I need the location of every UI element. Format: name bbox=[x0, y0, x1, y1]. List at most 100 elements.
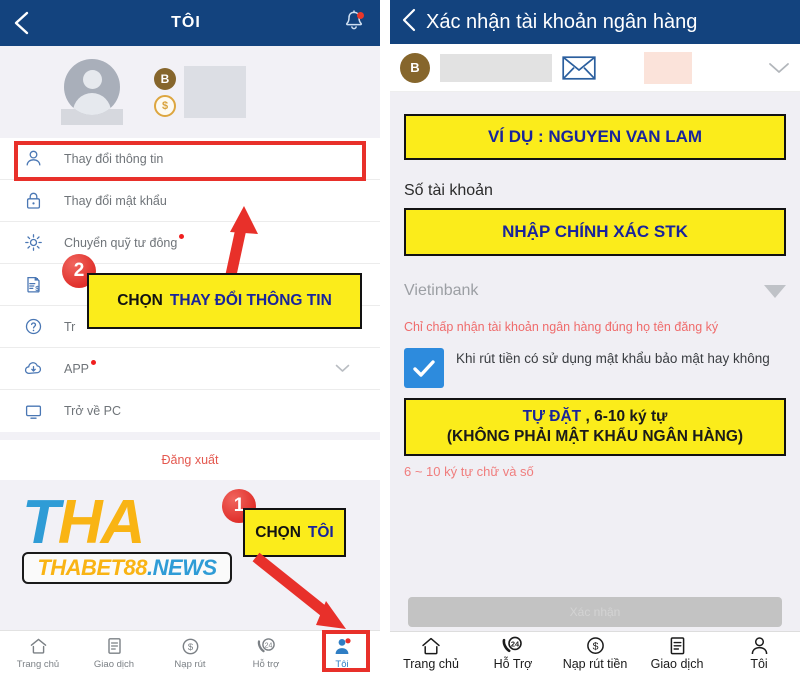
password-hint-line1: TỰ ĐẶT , 6-10 ký tự bbox=[522, 408, 668, 425]
panel-divider bbox=[380, 0, 390, 675]
bank-warning-note: Chỉ chấp nhận tài khoản ngân hàng đúng h… bbox=[404, 320, 719, 334]
callout-step-2: CHỌN THAY ĐỔI THÔNG TIN bbox=[87, 273, 362, 329]
nav-item-label: Nạp rút tiền bbox=[562, 657, 628, 671]
nav-item-label: Trang chủ bbox=[16, 658, 60, 670]
checkbox-label: Khi rút tiền có sử dụng mật khẩu bảo mật… bbox=[456, 351, 770, 366]
menu-item-label: Chuyển quỹ tư đông bbox=[64, 233, 185, 250]
callout-step1-target: TÔI bbox=[307, 523, 334, 541]
password-length-note: 6 ~ 10 ký tự chữ và số bbox=[404, 464, 534, 480]
account-number-input[interactable]: NHẬP CHÍNH XÁC STK bbox=[404, 208, 786, 256]
chevron-down-icon[interactable] bbox=[768, 62, 790, 74]
document-money-icon: $ bbox=[24, 275, 64, 294]
callout-step-1: CHỌN TÔI bbox=[243, 508, 346, 557]
highlight-change-info bbox=[14, 141, 366, 181]
nav-item-label: Trang chủ bbox=[403, 657, 459, 671]
bank-select-value: Vietinbank bbox=[404, 282, 479, 299]
monitor-icon bbox=[24, 402, 64, 421]
coin-dollar-badge: $ bbox=[154, 94, 176, 117]
dollar-circle-icon: $ bbox=[181, 637, 200, 656]
avatar bbox=[64, 59, 120, 115]
svg-text:$: $ bbox=[187, 642, 193, 653]
notifications-button[interactable] bbox=[328, 0, 380, 46]
balance-block: B $ bbox=[154, 66, 246, 118]
right-bottom-nav: Trang chủ 24 Hỗ Trợ $ Nạp rút tiền Giao … bbox=[390, 631, 800, 675]
home-icon bbox=[420, 636, 442, 655]
nav-item-home[interactable]: Trang chủ bbox=[390, 636, 472, 671]
chevron-down-icon bbox=[764, 284, 786, 298]
dollar-circle-icon: $ bbox=[585, 636, 606, 655]
right-phone-panel: Xác nhận tài khoản ngân hàng B VÍ DỤ : N… bbox=[390, 0, 800, 675]
support-24-icon: 24 bbox=[501, 636, 525, 655]
nav-item-home[interactable]: Trang chủ bbox=[0, 637, 76, 670]
back-button[interactable] bbox=[398, 6, 420, 39]
svg-text:$: $ bbox=[592, 640, 598, 652]
callout-step1-prefix: CHỌN bbox=[255, 523, 301, 541]
account-number-label: Số tài khoản bbox=[404, 182, 493, 199]
nav-item-transactions[interactable]: Giao dịch bbox=[636, 636, 718, 671]
menu-item-label: APP bbox=[64, 359, 97, 376]
callout-step2-target: THAY ĐỔI THÔNG TIN bbox=[169, 292, 332, 309]
left-header: TÔI bbox=[0, 0, 380, 46]
coin-b-badge: B bbox=[400, 52, 430, 83]
nav-item-deposit-withdraw[interactable]: $ Nạp rút bbox=[152, 637, 228, 670]
example-name-box: VÍ DỤ : NGUYEN VAN LAM bbox=[404, 114, 786, 160]
back-button[interactable] bbox=[0, 0, 44, 46]
brand-domain: THABET88.NEWS bbox=[22, 551, 232, 584]
right-header: Xác nhận tài khoản ngân hàng bbox=[390, 0, 800, 44]
submit-button[interactable]: Xác nhận bbox=[408, 597, 782, 627]
menu-item-label: Tr bbox=[64, 319, 76, 334]
balance-masked bbox=[184, 66, 246, 118]
user-icon bbox=[749, 636, 770, 655]
highlight-me-tab bbox=[322, 630, 370, 672]
nav-item-deposit-withdraw[interactable]: $ Nạp rút tiền bbox=[554, 636, 636, 671]
password-hint-emphasis: TỰ ĐẶT bbox=[522, 408, 582, 425]
page-title: TÔI bbox=[171, 14, 201, 31]
nav-item-support[interactable]: 24 Hỗ Trợ bbox=[472, 636, 554, 671]
question-circle-icon bbox=[24, 317, 64, 336]
svg-text:24: 24 bbox=[511, 639, 520, 648]
logout-label: Đăng xuất bbox=[161, 453, 219, 467]
logout-button[interactable]: Đăng xuất bbox=[0, 440, 380, 480]
document-icon bbox=[668, 636, 687, 655]
home-icon bbox=[29, 637, 48, 656]
brand-logo: THA THABET88.NEWS bbox=[22, 488, 242, 584]
notification-badge-dot bbox=[357, 12, 364, 19]
nav-item-transactions[interactable]: Giao dịch bbox=[76, 637, 152, 670]
lock-icon bbox=[24, 191, 64, 210]
new-badge-dot bbox=[91, 359, 97, 365]
security-password-input[interactable]: TỰ ĐẶT , 6-10 ký tự (KHÔNG PHẢI MẬT KHẨU… bbox=[404, 398, 786, 457]
cloud-download-icon bbox=[24, 359, 64, 378]
menu-item-label: Thay đổi mật khẩu bbox=[64, 193, 167, 208]
account-name-masked bbox=[440, 53, 552, 82]
menu-item-back-to-pc[interactable]: Trở về PC bbox=[0, 390, 380, 432]
document-icon bbox=[106, 637, 123, 656]
screenshot-root: TÔI B $ Thay đổi thông tin Thay đổi mật … bbox=[0, 0, 800, 675]
left-phone-panel: TÔI B $ Thay đổi thông tin Thay đổi mật … bbox=[0, 0, 380, 675]
bank-select[interactable]: Vietinbank bbox=[404, 282, 786, 300]
nav-item-label: Giao dịch bbox=[650, 657, 704, 671]
menu-item-app[interactable]: APP bbox=[0, 348, 380, 390]
envelope-icon bbox=[562, 55, 596, 80]
avatar-block bbox=[46, 59, 138, 125]
gear-icon bbox=[24, 233, 64, 252]
account-selector-row[interactable]: B bbox=[390, 44, 800, 92]
nav-item-label: Hỗ Trợ bbox=[493, 657, 533, 671]
page-title: Xác nhận tài khoản ngân hàng bbox=[426, 10, 698, 33]
menu-item-label: Trở về PC bbox=[64, 404, 122, 418]
nav-item-me[interactable]: Tôi bbox=[718, 636, 800, 671]
form-body: VÍ DỤ : NGUYEN VAN LAM Số tài khoản NHẬP… bbox=[390, 114, 800, 479]
account-extra-masked bbox=[644, 51, 692, 84]
nav-item-label: Tôi bbox=[750, 657, 768, 671]
profile-summary: B $ bbox=[0, 46, 380, 138]
coin-b-badge: B bbox=[154, 67, 176, 90]
svg-text:$: $ bbox=[35, 286, 39, 293]
brand-wordmark: THA bbox=[22, 488, 145, 557]
chevron-left-icon bbox=[12, 10, 32, 36]
password-hint-line2: (KHÔNG PHẢI MẬT KHẨU NGÂN HÀNG) bbox=[446, 428, 744, 446]
security-password-toggle[interactable]: Khi rút tiền có sử dụng mật khẩu bảo mật… bbox=[404, 348, 786, 388]
svg-text:24: 24 bbox=[264, 642, 272, 649]
nav-item-label: Nạp rút bbox=[174, 658, 206, 670]
nav-item-label: Giao dịch bbox=[93, 658, 135, 670]
checkbox-checked[interactable] bbox=[404, 348, 444, 388]
nav-item-label: Hỗ trợ bbox=[252, 658, 280, 670]
